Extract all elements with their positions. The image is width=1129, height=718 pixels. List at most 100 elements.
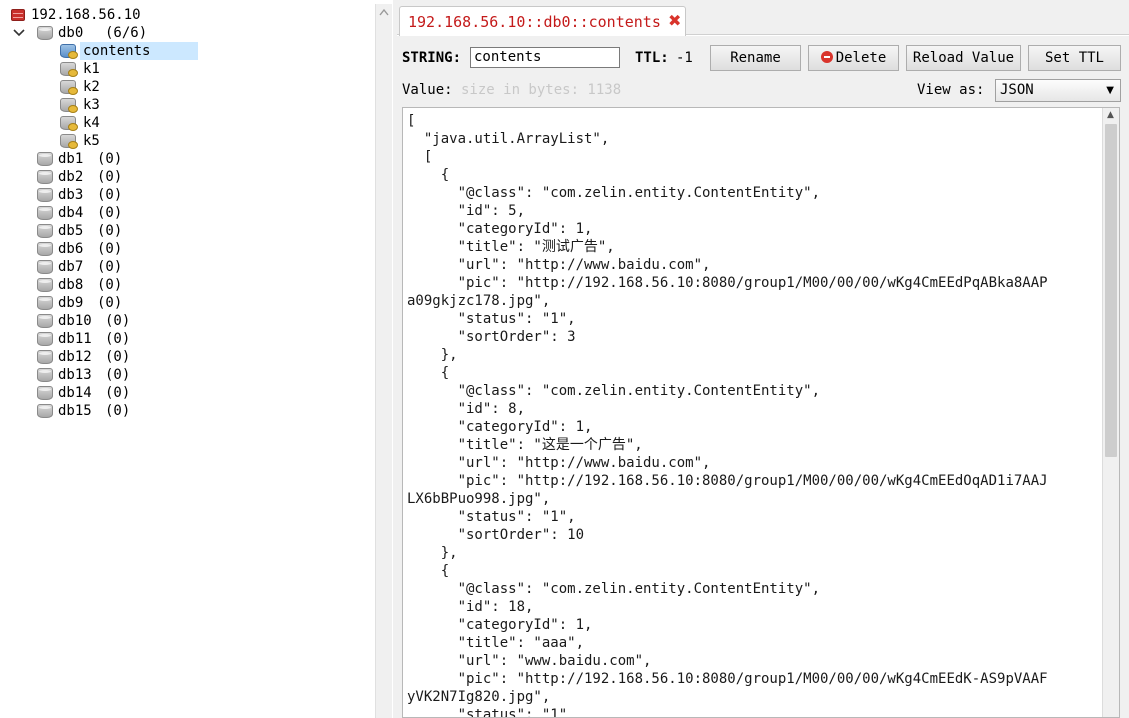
key-name: k4 xyxy=(83,115,100,131)
key-icon xyxy=(60,98,78,113)
tree-key-row[interactable]: k3 xyxy=(0,96,300,114)
database-icon xyxy=(37,314,53,328)
database-icon xyxy=(37,350,53,364)
db-name: db9 xyxy=(58,295,84,311)
view-as-value: JSON xyxy=(1000,82,1034,98)
db-name: db1 xyxy=(58,151,84,167)
key-name-input[interactable]: contents xyxy=(470,47,620,68)
rename-button[interactable]: Rename xyxy=(710,45,801,71)
db-count: (0) xyxy=(97,223,123,239)
db-count: (0) xyxy=(97,241,123,257)
server-label: 192.168.56.10 xyxy=(31,7,141,23)
size-hint: size in bytes: 1138 xyxy=(461,82,622,98)
reload-button-label: Reload Value xyxy=(912,50,1015,66)
delete-button-label: Delete xyxy=(835,50,887,66)
db-count: (0) xyxy=(97,187,123,203)
tree-db-row[interactable]: db15 (0) xyxy=(0,402,300,420)
db-name: db4 xyxy=(58,205,84,221)
tree-db-row[interactable]: db3 (0) xyxy=(0,186,300,204)
db-name: db11 xyxy=(58,331,92,347)
db-name: db2 xyxy=(58,169,84,185)
tree-db-row[interactable]: db2 (0) xyxy=(0,168,300,186)
connection-tree: 192.168.56.10 db0 (6/6) contents k1 k2 k3 k4… xyxy=(0,0,394,718)
value-scrollbar[interactable]: ▲ xyxy=(1102,108,1119,717)
reload-value-button[interactable]: Reload Value xyxy=(906,45,1021,71)
scrollbar-thumb[interactable] xyxy=(1105,124,1117,457)
database-icon xyxy=(37,188,53,202)
tree-db-row[interactable]: db4 (0) xyxy=(0,204,300,222)
db-name: db7 xyxy=(58,259,84,275)
db-count: (0) xyxy=(97,295,123,311)
db-count: (0) xyxy=(97,205,123,221)
key-icon xyxy=(60,116,78,131)
db-count: (0) xyxy=(105,331,131,347)
db-count: (0) xyxy=(105,349,131,365)
view-as-label: View as: xyxy=(917,82,985,98)
tab-key-contents[interactable]: 192.168.56.10::db0::contents ✖ xyxy=(399,6,686,36)
tree-key-row[interactable]: contents xyxy=(60,42,198,60)
tree-key-row[interactable]: k4 xyxy=(0,114,300,132)
tree-db-row[interactable]: db9 (0) xyxy=(0,294,300,312)
tree-db-row[interactable]: db10 (0) xyxy=(0,312,300,330)
key-name: k1 xyxy=(83,61,100,77)
tree-server-row[interactable]: 192.168.56.10 xyxy=(0,6,370,24)
database-icon xyxy=(37,260,53,274)
key-detail-area: STRING: contents TTL: -1 Rename Delete R… xyxy=(397,36,1129,718)
tree-db-row[interactable]: db14 (0) xyxy=(0,384,300,402)
view-as-select[interactable]: JSON ▼ xyxy=(995,79,1121,102)
key-icon xyxy=(60,80,78,95)
db-count: (0) xyxy=(97,277,123,293)
database-icon xyxy=(37,152,53,166)
tree-db-row[interactable]: db12 (0) xyxy=(0,348,300,366)
chevron-down-icon[interactable] xyxy=(13,24,25,42)
db-name: db5 xyxy=(58,223,84,239)
db-name: db6 xyxy=(58,241,84,257)
db-count: (0) xyxy=(105,367,131,383)
value-textarea[interactable]: [ "java.util.ArrayList", [ { "@class": "… xyxy=(402,107,1120,718)
db-count: (0) xyxy=(105,385,131,401)
tree-db-row[interactable]: db1 (0) xyxy=(0,150,300,168)
tree-db-row[interactable]: db13 (0) xyxy=(0,366,300,384)
close-icon[interactable]: ✖ xyxy=(668,12,681,30)
rename-button-label: Rename xyxy=(730,50,781,66)
scroll-up-icon[interactable]: ▲ xyxy=(1107,110,1114,120)
tree-key-row[interactable]: k5 xyxy=(0,132,300,150)
ttl-value: -1 xyxy=(676,50,693,66)
set-ttl-button[interactable]: Set TTL xyxy=(1028,45,1121,71)
tree-scrollbar[interactable] xyxy=(375,4,392,718)
database-icon xyxy=(37,296,53,310)
database-icon xyxy=(37,242,53,256)
redis-server-icon xyxy=(11,9,25,21)
db-count: (0) xyxy=(105,403,131,419)
database-icon xyxy=(37,26,53,40)
database-icon xyxy=(37,278,53,292)
db-name: db14 xyxy=(58,385,92,401)
tab-title: 192.168.56.10::db0::contents xyxy=(408,13,661,31)
database-icon xyxy=(37,206,53,220)
type-label: STRING: xyxy=(402,50,462,66)
key-name: k3 xyxy=(83,97,100,113)
db-name: db3 xyxy=(58,187,84,203)
value-editor-panel: 192.168.56.10::db0::contents ✖ STRING: c… xyxy=(397,0,1129,718)
delete-button[interactable]: Delete xyxy=(808,45,899,71)
database-icon xyxy=(37,224,53,238)
tree-db0-row[interactable]: db0 (6/6) xyxy=(0,24,370,42)
value-content: [ "java.util.ArrayList", [ { "@class": "… xyxy=(407,113,1048,718)
db-count: (0) xyxy=(97,169,123,185)
db0-count: (6/6) xyxy=(105,25,148,41)
tree-db-row[interactable]: db7 (0) xyxy=(0,258,300,276)
database-icon xyxy=(37,170,53,184)
db-count: (0) xyxy=(97,259,123,275)
db0-name: db0 xyxy=(58,25,84,41)
tree-db-row[interactable]: db6 (0) xyxy=(0,240,300,258)
tree-db-row[interactable]: db5 (0) xyxy=(0,222,300,240)
key-name: k5 xyxy=(83,133,100,149)
tree-db-row[interactable]: db11 (0) xyxy=(0,330,300,348)
ttl-label: TTL: xyxy=(635,50,669,66)
delete-icon xyxy=(820,51,833,63)
tree-key-row[interactable]: k2 xyxy=(0,78,300,96)
database-icon xyxy=(37,368,53,382)
tree-db-row[interactable]: db8 (0) xyxy=(0,276,300,294)
tree-key-row[interactable]: k1 xyxy=(0,60,300,78)
scroll-up-icon[interactable] xyxy=(379,8,389,19)
